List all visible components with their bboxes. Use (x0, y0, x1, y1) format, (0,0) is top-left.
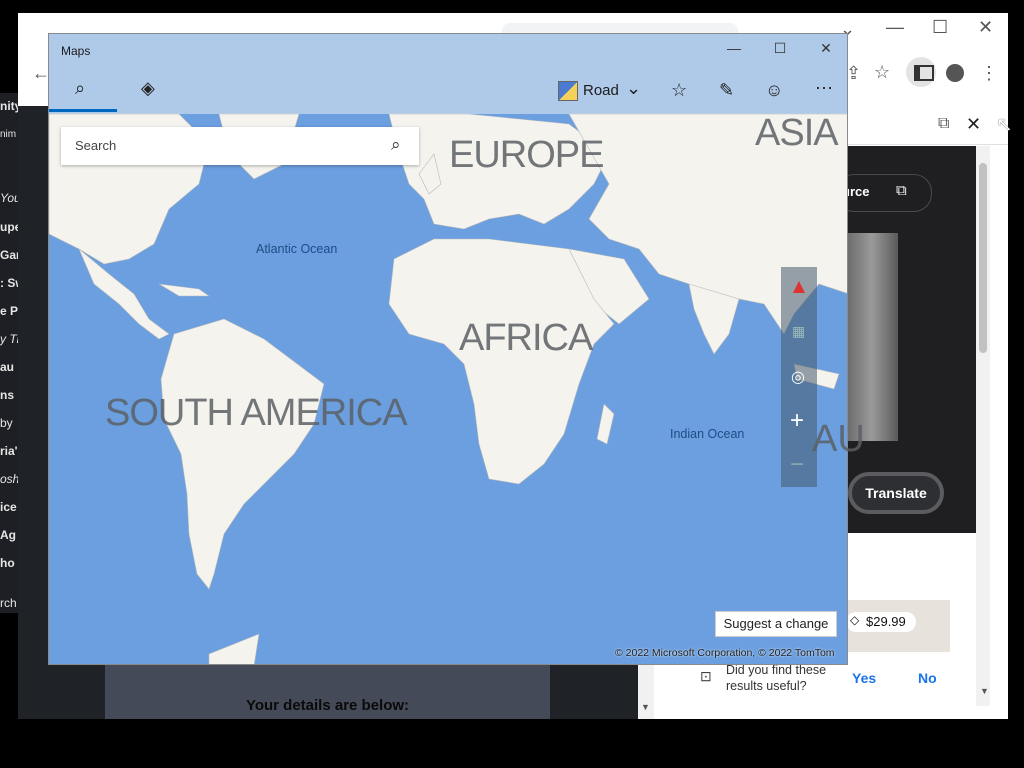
bookmark-star-icon[interactable]: ☆ (874, 62, 890, 83)
strip-text-15: ho (0, 556, 15, 570)
feedback-icon: ⊡ (700, 668, 712, 684)
strip-text-4: Gar (0, 248, 18, 262)
copyright-text: © 2022 Microsoft Corporation, © 2022 Tom… (615, 647, 835, 659)
compass-icon[interactable] (793, 281, 805, 293)
strip-text-3: upe (0, 220, 18, 234)
label-atlantic-ocean: Atlantic Ocean (256, 242, 338, 256)
more-options-icon[interactable]: ⋯ (815, 78, 833, 99)
background-window-strip: nity nim You upe Gar : Sw e Po y Th au n… (0, 93, 18, 613)
feedback-yes-button[interactable]: Yes (852, 670, 876, 686)
side-scroll-down-icon[interactable]: ▼ (980, 686, 989, 696)
label-asia: ASIA (755, 112, 839, 154)
side-panel-icon (914, 65, 934, 81)
strip-text-10: by (0, 416, 13, 430)
maps-maximize-icon[interactable]: ☐ (765, 40, 795, 57)
suggest-change-button[interactable]: Suggest a change (715, 611, 837, 637)
strip-text-2: You (0, 191, 18, 205)
result-image[interactable] (846, 233, 898, 441)
feedback-question: Did you find these results useful? (726, 663, 827, 693)
maximize-icon[interactable]: ☐ (932, 17, 948, 38)
strip-text-6: e Po (0, 304, 18, 318)
strip-text-11: ria' (0, 444, 18, 458)
directions-icon[interactable]: ◈ (141, 78, 155, 99)
strip-text-5: : Sw (0, 276, 18, 290)
search-tab-indicator (49, 109, 117, 112)
feedback-no-button[interactable]: No (918, 670, 937, 686)
translate-button[interactable]: Translate (848, 472, 944, 514)
favorites-icon[interactable]: ☆ (671, 80, 687, 101)
strip-text-1: nim (0, 129, 17, 140)
strip-text-0: nity (0, 99, 18, 113)
tilt-icon[interactable]: ▦ (792, 323, 805, 340)
share-icon[interactable]: ⇪ (846, 63, 861, 84)
side-panel-close-icon[interactable]: ✕ (966, 114, 981, 135)
label-europe: EUROPE (449, 134, 604, 176)
scroll-down-icon[interactable]: ▼ (641, 702, 650, 712)
map-style-label[interactable]: Road (583, 82, 619, 99)
mouse-cursor-icon: ↖ (996, 114, 1013, 136)
strip-text-13: ice (0, 500, 17, 514)
label-australia-partial: AU (812, 418, 865, 460)
search-tab-icon[interactable]: ⌕ (75, 78, 85, 99)
strip-text-8: au (0, 360, 15, 374)
chevron-down-icon[interactable]: ⌄ (626, 78, 641, 99)
maps-window: EUROPE ASIA AFRICA SOUTH AMERICA Atlanti… (48, 33, 848, 665)
strip-text-12: osh (0, 472, 18, 486)
search-box[interactable]: ⌕ (61, 127, 419, 165)
label-africa: AFRICA (459, 317, 593, 359)
map-style-icon[interactable] (558, 81, 578, 101)
zoom-out-icon[interactable]: − (790, 451, 804, 479)
minimize-icon[interactable]: — (886, 17, 904, 38)
profile-avatar-icon[interactable] (946, 64, 964, 82)
details-heading: Your details are below: (245, 697, 410, 714)
strip-text-16: rch (0, 596, 17, 610)
side-panel-scroll-thumb[interactable] (979, 163, 987, 353)
label-south-america: SOUTH AMERICA (105, 392, 408, 434)
label-indian-ocean: Indian Ocean (670, 427, 745, 441)
price-text: $29.99 (866, 614, 906, 629)
maps-minimize-icon[interactable]: — (719, 40, 749, 56)
search-icon[interactable]: ⌕ (391, 135, 401, 155)
maps-close-icon[interactable]: ✕ (811, 40, 841, 57)
tag-icon: ◇ (850, 613, 860, 627)
side-panel-toggle[interactable] (906, 57, 936, 87)
more-menu-icon[interactable]: ⋮ (980, 63, 998, 84)
strip-text-14: Ag (0, 528, 16, 542)
locate-me-icon[interactable]: ◎ (791, 367, 805, 387)
zoom-in-icon[interactable]: + (790, 407, 804, 435)
strip-text-9: ns (0, 388, 15, 402)
strip-text-7: y Th (0, 332, 18, 346)
open-new-tab-icon[interactable]: ⧉ (938, 115, 949, 133)
account-icon[interactable]: ☺ (765, 80, 783, 101)
search-input[interactable] (73, 137, 377, 154)
external-link-icon[interactable]: ⧉ (896, 182, 907, 199)
close-icon[interactable]: ✕ (978, 17, 993, 38)
maps-title: Maps (61, 44, 91, 58)
ink-pen-icon[interactable]: ✎ (719, 80, 734, 101)
